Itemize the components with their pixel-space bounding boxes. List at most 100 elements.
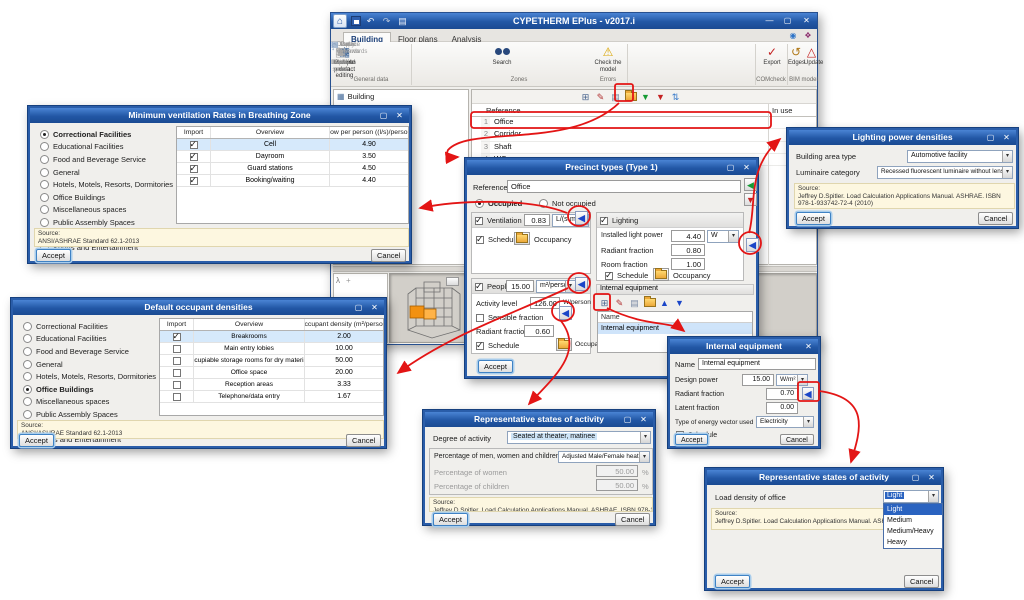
energy-vector-select[interactable]: Electricity▾ — [756, 416, 814, 428]
undo-icon[interactable]: ↶ — [364, 15, 377, 27]
export-type-icon[interactable]: ▼ — [654, 91, 667, 104]
people-import-arrow-button[interactable]: ◀ — [575, 277, 588, 291]
category-radio[interactable]: Educational Facilities — [17, 333, 156, 346]
activity-level-value[interactable]: 126.00 — [530, 297, 560, 309]
category-radio[interactable]: Hotels, Motels, Resorts, Dormitories — [17, 370, 156, 383]
design-power-unit-select[interactable]: W/m²▾ — [776, 374, 808, 386]
category-radio[interactable]: Food and Beverage Service — [34, 153, 173, 166]
people-value[interactable]: 15.00 — [506, 280, 534, 292]
accept-button[interactable]: Accept — [433, 513, 468, 526]
radiant-fraction-value[interactable]: 0.60 — [524, 325, 554, 337]
luminaire-category-select[interactable]: Recessed fluorescent luminaire without l… — [877, 166, 1013, 179]
category-radio[interactable]: Public Assembly Spaces — [34, 216, 173, 229]
room-fraction-value[interactable]: 1.00 — [671, 258, 705, 270]
table-row[interactable]: Breakrooms 2.00 — [160, 331, 383, 343]
copy-type-icon[interactable]: ▤ — [609, 91, 622, 104]
redo-icon[interactable]: ↷ — [380, 15, 393, 27]
maximize-icon[interactable]: ▢ — [352, 302, 365, 313]
load-density-select[interactable]: Light▾ — [883, 490, 939, 503]
open-type-icon[interactable] — [624, 91, 637, 104]
radiant-fraction-value[interactable]: 0.70 — [766, 388, 798, 400]
activity-import-arrow-button[interactable]: ◀ — [559, 306, 572, 320]
accept-button[interactable]: Accept — [478, 360, 513, 373]
name-input[interactable]: Internal equipment — [698, 358, 816, 370]
maximize-icon[interactable]: ▢ — [984, 132, 997, 143]
import-checkbox[interactable] — [177, 175, 211, 186]
category-radio[interactable]: Correctional Facilities — [17, 320, 156, 333]
import-checkbox[interactable] — [160, 331, 194, 342]
degree-of-activity-select[interactable]: Seated at theater, matinee▾ — [507, 431, 651, 444]
table-row[interactable]: Dayroom 3.50 — [177, 151, 408, 163]
edit-equipment-icon[interactable]: ✎ — [613, 297, 626, 310]
import-checkbox[interactable] — [160, 367, 194, 378]
table-row[interactable]: Office space 20.00 — [160, 367, 383, 379]
schedule-folder-icon[interactable] — [514, 232, 530, 245]
dialog-titlebar[interactable]: Precinct types (Type 1) ▢✕ — [467, 160, 756, 175]
import-checkbox[interactable] — [177, 139, 211, 150]
dialog-titlebar[interactable]: Default occupant densities ▢✕ — [13, 300, 384, 315]
ventilation-schedule-checkbox[interactable]: Schedule — [476, 235, 519, 244]
move-down-icon[interactable]: ▼ — [673, 297, 686, 310]
accept-button[interactable]: Accept — [715, 575, 750, 588]
accept-button[interactable]: Accept — [36, 249, 71, 262]
schedule-folder-icon[interactable] — [556, 338, 572, 351]
people-unit-select[interactable]: m²/person▾ — [536, 280, 576, 293]
close-icon[interactable]: ✕ — [1000, 132, 1013, 143]
table-row[interactable]: Guard stations 4.50 — [177, 163, 408, 175]
close-icon[interactable]: ✕ — [802, 341, 815, 352]
import-checkbox[interactable] — [177, 163, 211, 174]
close-icon[interactable]: ✕ — [368, 302, 381, 313]
import-checkbox[interactable] — [160, 379, 194, 390]
recent-files-icon[interactable]: ▤ — [396, 15, 409, 27]
close-icon[interactable]: ✕ — [740, 162, 753, 173]
occupied-radio[interactable]: Occupied — [475, 199, 522, 208]
radiant-fraction-value[interactable]: 0.80 — [671, 244, 705, 256]
import-checkbox[interactable] — [177, 151, 211, 162]
import-checkbox[interactable] — [160, 355, 194, 366]
category-radio[interactable]: Food and Beverage Service — [17, 345, 156, 358]
window-titlebar[interactable]: CYPETHERM EPlus - v2017.i ⌂ ↶ ↷ ▤ — ▢ ✕ — [331, 13, 817, 29]
check-model-button[interactable]: ⚠Check the model — [593, 44, 623, 73]
maximize-button[interactable]: ▢ — [780, 15, 795, 27]
category-radio[interactable]: General — [17, 358, 156, 371]
zoom-plus-icon[interactable]: + — [346, 276, 351, 285]
dropdown-option[interactable]: Medium — [884, 515, 942, 526]
close-icon[interactable]: ✕ — [393, 110, 406, 121]
radiant-import-arrow-button[interactable]: ◀ — [802, 387, 814, 400]
percentage-select[interactable]: Adjusted Male/Female heat gain▾ — [558, 451, 650, 463]
installed-light-power-value[interactable]: 4.40 — [671, 230, 705, 242]
category-radio[interactable]: Miscellaneous spaces — [34, 204, 173, 217]
add-equipment-icon[interactable]: ⊞ — [598, 297, 611, 310]
addons-icon[interactable]: ❖ — [802, 30, 814, 41]
table-row[interactable]: Telephone/data entry 1.67 — [160, 391, 383, 403]
globe-icon[interactable]: ◉ — [787, 30, 799, 41]
category-radio[interactable]: Office Buildings — [17, 383, 156, 396]
axis-icon[interactable]: λ — [336, 276, 340, 285]
design-power-value[interactable]: 15.00 — [742, 374, 774, 386]
accept-button[interactable]: Accept — [19, 434, 54, 447]
dialog-titlebar[interactable]: Representative states of activity ▢✕ — [425, 412, 653, 427]
import-checkbox[interactable] — [160, 391, 194, 402]
import-precinct-icon[interactable]: ◀ — [744, 178, 757, 191]
building-area-type-select[interactable]: Automotive facility▾ — [907, 150, 1013, 163]
import-type-icon[interactable]: ▼ — [639, 91, 652, 104]
close-button[interactable]: ✕ — [799, 15, 814, 27]
clipboard-button[interactable]: ▥Paste — [331, 42, 359, 49]
cancel-button[interactable]: Cancel — [371, 249, 406, 262]
cancel-button[interactable]: Cancel — [615, 513, 650, 526]
cancel-button[interactable]: Cancel — [978, 212, 1013, 225]
people-schedule-checkbox[interactable]: Schedule — [476, 341, 519, 350]
category-radio[interactable]: General — [34, 166, 173, 179]
save-icon[interactable] — [351, 16, 361, 26]
maximize-icon[interactable]: ▢ — [621, 414, 634, 425]
move-up-icon[interactable]: ▲ — [658, 297, 671, 310]
edit-type-icon[interactable]: ✎ — [594, 91, 607, 104]
ventilation-value[interactable]: 0.83 — [524, 214, 550, 226]
dropdown-option[interactable]: Heavy — [884, 537, 942, 548]
schedule-folder-icon[interactable] — [653, 268, 669, 281]
category-radio[interactable]: Public Assembly Spaces — [17, 408, 156, 421]
cancel-button[interactable]: Cancel — [346, 434, 381, 447]
close-icon[interactable]: ✕ — [637, 414, 650, 425]
light-power-unit-select[interactable]: W▾ — [707, 230, 739, 243]
latent-fraction-value[interactable]: 0.00 — [766, 402, 798, 414]
